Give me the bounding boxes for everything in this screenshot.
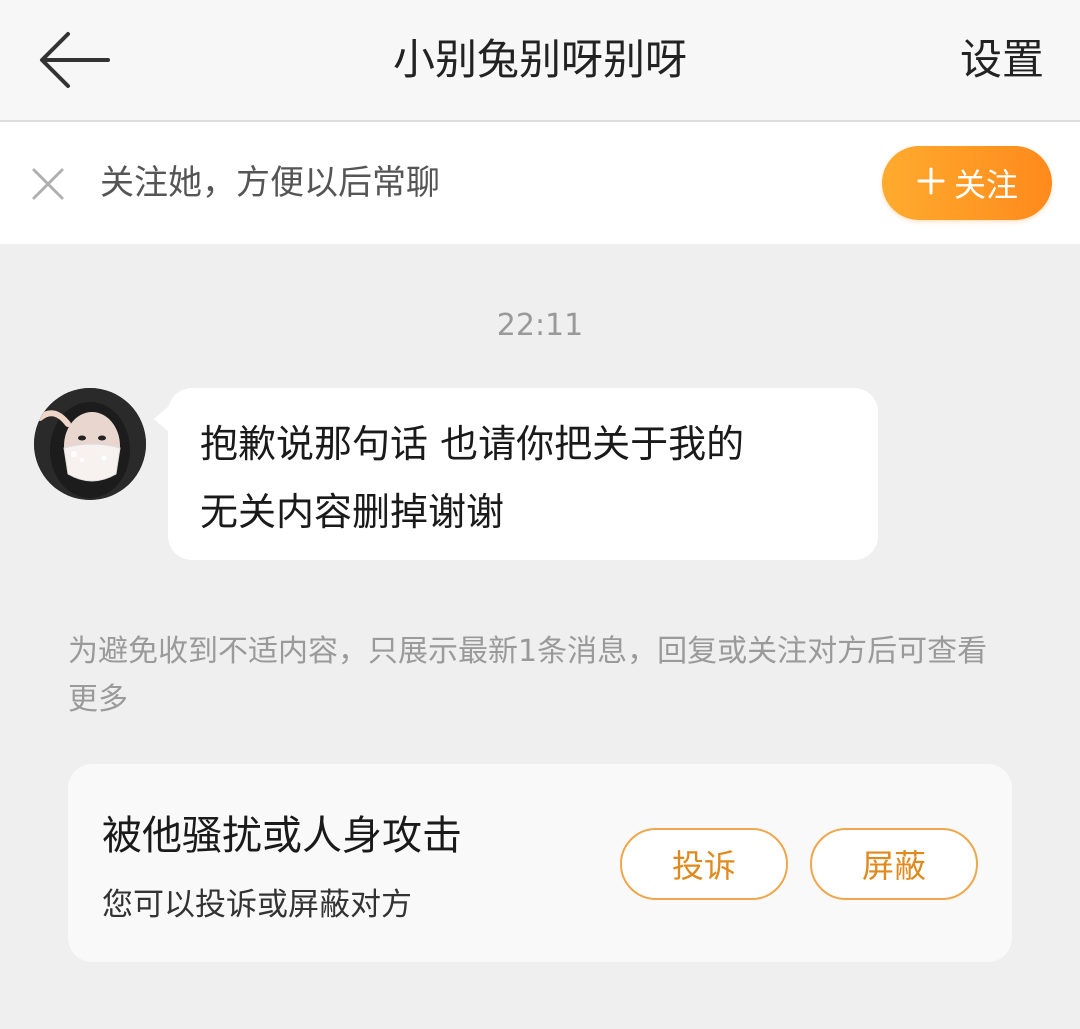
report-subtitle: 您可以投诉或屏蔽对方 [102,887,412,923]
settings-button[interactable]: 设置 [960,30,1044,90]
avatar-image [34,388,146,500]
report-card: 被他骚扰或人身攻击 您可以投诉或屏蔽对方 投诉 屏蔽 [68,764,1012,962]
message-line: 无关内容删掉谢谢 [200,490,505,534]
avatar[interactable] [34,388,146,500]
message-text: 抱歉说那句话 也请你把关于我的 无关内容删掉谢谢 [200,410,846,546]
top-nav-bar: 小别兔别呀别呀 设置 [0,0,1080,122]
message-line: 抱歉说那句话 也请你把关于我的 [200,422,745,466]
message-bubble[interactable]: 抱歉说那句话 也请你把关于我的 无关内容删掉谢谢 [168,388,878,560]
follow-suggestion-bar: 关注她，方便以后常聊 关注 [0,122,1080,244]
message-timestamp: 22:11 [496,308,584,343]
arrow-left-icon [40,32,110,88]
follow-button-label: 关注 [953,166,1018,204]
limited-messages-notice: 为避免收到不适内容，只展示最新1条消息，回复或关注对方后可查看更多 [68,634,988,717]
back-button[interactable] [30,20,120,100]
follow-tip-text: 关注她，方便以后常聊 [100,163,440,203]
block-button[interactable]: 屏蔽 [810,828,978,900]
follow-button[interactable]: 关注 [882,146,1052,220]
close-icon [32,168,64,200]
page-title: 小别兔别呀别呀 [392,35,687,84]
complain-button[interactable]: 投诉 [620,828,788,900]
close-follow-bar-button[interactable] [30,166,66,202]
plus-icon [916,163,946,203]
report-title: 被他骚扰或人身攻击 [102,813,462,859]
